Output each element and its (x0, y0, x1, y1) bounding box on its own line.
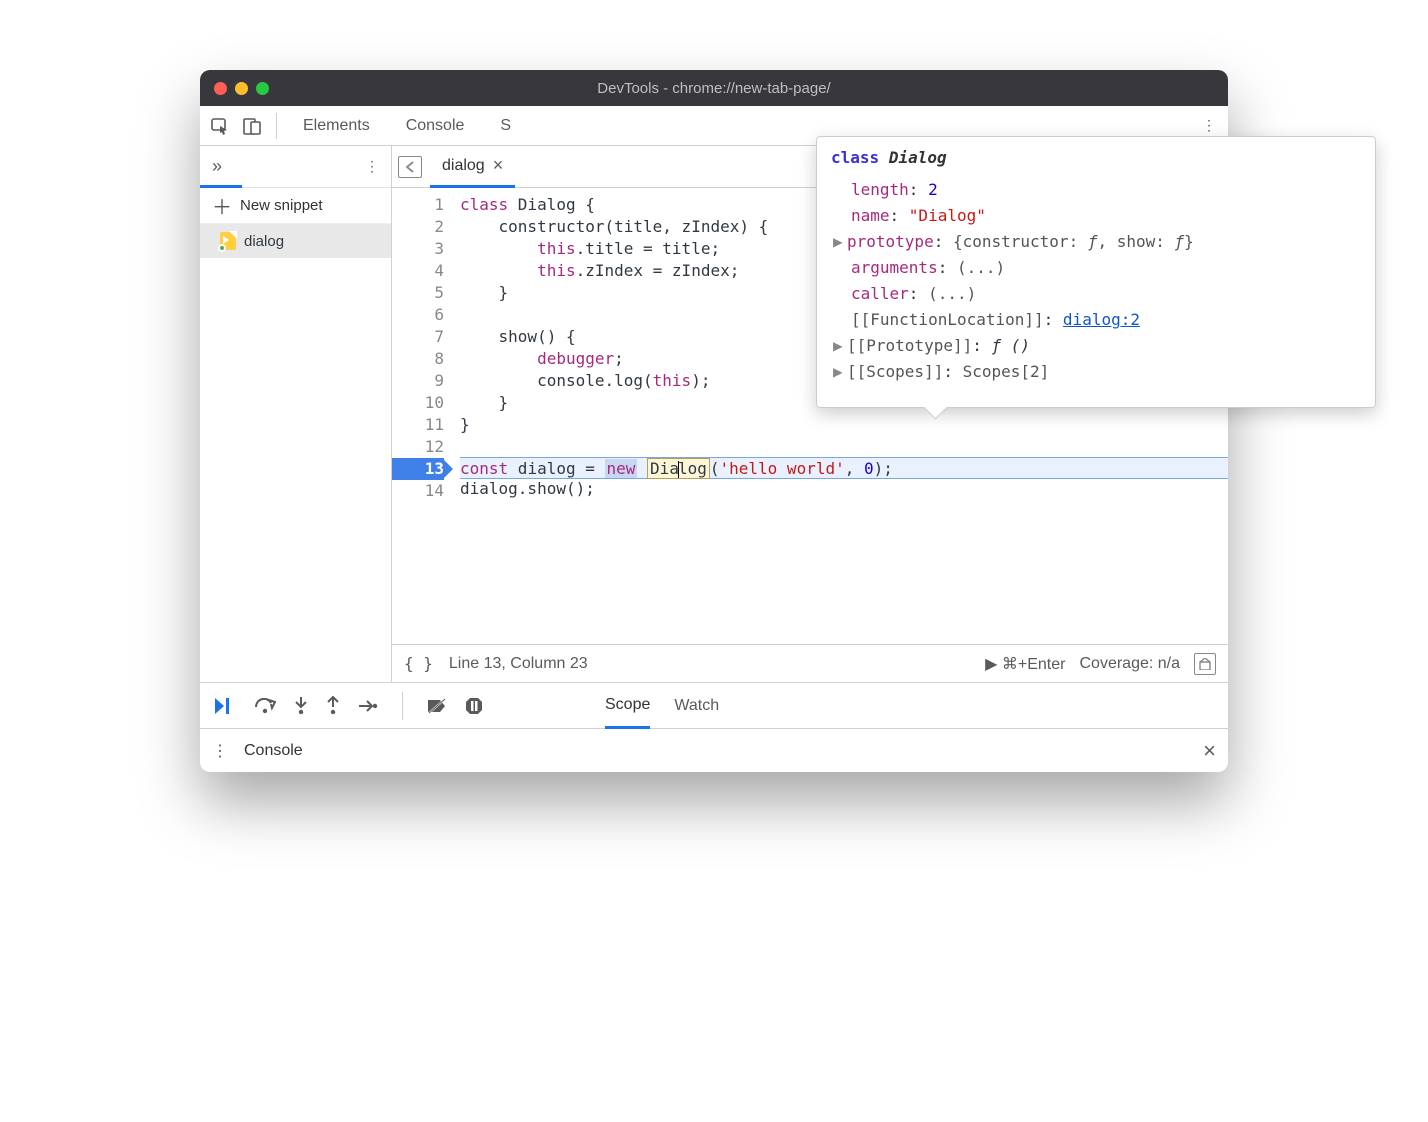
popover-row[interactable]: arguments: (...) (851, 255, 1361, 281)
tab-sources[interactable]: S (484, 106, 527, 146)
tab-console[interactable]: Console (390, 106, 481, 146)
popover-row[interactable]: caller: (...) (851, 281, 1361, 307)
editor-tab-label: dialog (442, 157, 485, 175)
resume-icon[interactable] (214, 697, 236, 715)
console-drawer-label[interactable]: Console (244, 742, 303, 760)
sidebar-header: » ⋮ (200, 146, 391, 188)
line-gutter: 1 2 3 4 5 6 7 8 9 10 11 12 13 14 (392, 188, 454, 644)
pause-on-exceptions-icon[interactable] (465, 697, 483, 715)
pretty-print-button[interactable]: { } (404, 654, 433, 673)
expand-nav-icon[interactable]: » (200, 156, 234, 177)
popover-row[interactable]: ▶prototype: {constructor: ƒ, show: ƒ} (851, 229, 1361, 255)
popover-row: name: "Dialog" (851, 203, 1361, 229)
deactivate-breakpoints-icon[interactable] (427, 697, 447, 715)
device-toggle-icon[interactable] (238, 112, 266, 140)
popover-row[interactable]: ▶[[Scopes]]: Scopes[2] (851, 359, 1361, 385)
devtools-window: DevTools - chrome://new-tab-page/ Elemen… (200, 70, 1228, 772)
separator (276, 113, 277, 139)
coverage-label: Coverage: n/a (1079, 655, 1180, 673)
sidebar-item-label: dialog (244, 233, 284, 250)
function-location-link[interactable]: dialog:2 (1063, 310, 1140, 329)
console-drawer: ⋮ Console × (200, 728, 1228, 772)
editor-column: dialog × 1 2 3 4 5 6 7 8 9 10 11 12 (392, 146, 1228, 682)
cursor-position: Line 13, Column 23 (449, 655, 588, 673)
run-snippet-button[interactable]: ▶ ⌘+Enter (985, 654, 1065, 674)
window-titlebar: DevTools - chrome://new-tab-page/ (200, 70, 1228, 106)
step-over-icon[interactable] (254, 698, 276, 714)
coverage-toggle-icon[interactable] (1194, 653, 1216, 675)
popover-header: class Dialog (817, 137, 1375, 175)
step-into-icon[interactable] (294, 696, 308, 716)
tab-elements[interactable]: Elements (287, 106, 386, 146)
navigator-back-icon[interactable] (398, 156, 422, 178)
object-preview-popover: class Dialog length: 2 name: "Dialog" ▶p… (816, 136, 1376, 408)
popover-row: length: 2 (851, 177, 1361, 203)
content-area: » ⋮ ＋ New snippet dialog dialog × (200, 146, 1228, 682)
close-drawer-icon[interactable]: × (1203, 738, 1216, 764)
new-snippet-label: New snippet (240, 197, 323, 214)
current-line-marker: 13 (392, 458, 444, 480)
tab-scope[interactable]: Scope (605, 683, 650, 729)
inspect-icon[interactable] (206, 112, 234, 140)
current-line[interactable]: const dialog = new Dialog('hello world',… (460, 457, 1228, 479)
tab-watch[interactable]: Watch (674, 683, 719, 729)
debugger-toolbar: Scope Watch (200, 682, 1228, 728)
step-out-icon[interactable] (326, 696, 340, 716)
editor-tab-dialog[interactable]: dialog × (430, 146, 515, 188)
plus-icon: ＋ (212, 191, 232, 220)
console-menu-icon[interactable]: ⋮ (212, 741, 228, 761)
snippet-file-icon (220, 232, 236, 250)
window-title: DevTools - chrome://new-tab-page/ (200, 80, 1228, 97)
step-icon[interactable] (358, 699, 378, 713)
editor-status-bar: { } Line 13, Column 23 ▶ ⌘+Enter Coverag… (392, 644, 1228, 682)
popover-row[interactable]: ▶[[Prototype]]: ƒ () (851, 333, 1361, 359)
close-tab-icon[interactable]: × (493, 155, 504, 176)
sidebar-menu-icon[interactable]: ⋮ (353, 158, 391, 175)
sidebar: » ⋮ ＋ New snippet dialog (200, 146, 392, 682)
new-snippet-button[interactable]: ＋ New snippet (200, 188, 391, 224)
popover-row: [[FunctionLocation]]: dialog:2 (851, 307, 1361, 333)
sidebar-item-dialog[interactable]: dialog (200, 224, 391, 258)
